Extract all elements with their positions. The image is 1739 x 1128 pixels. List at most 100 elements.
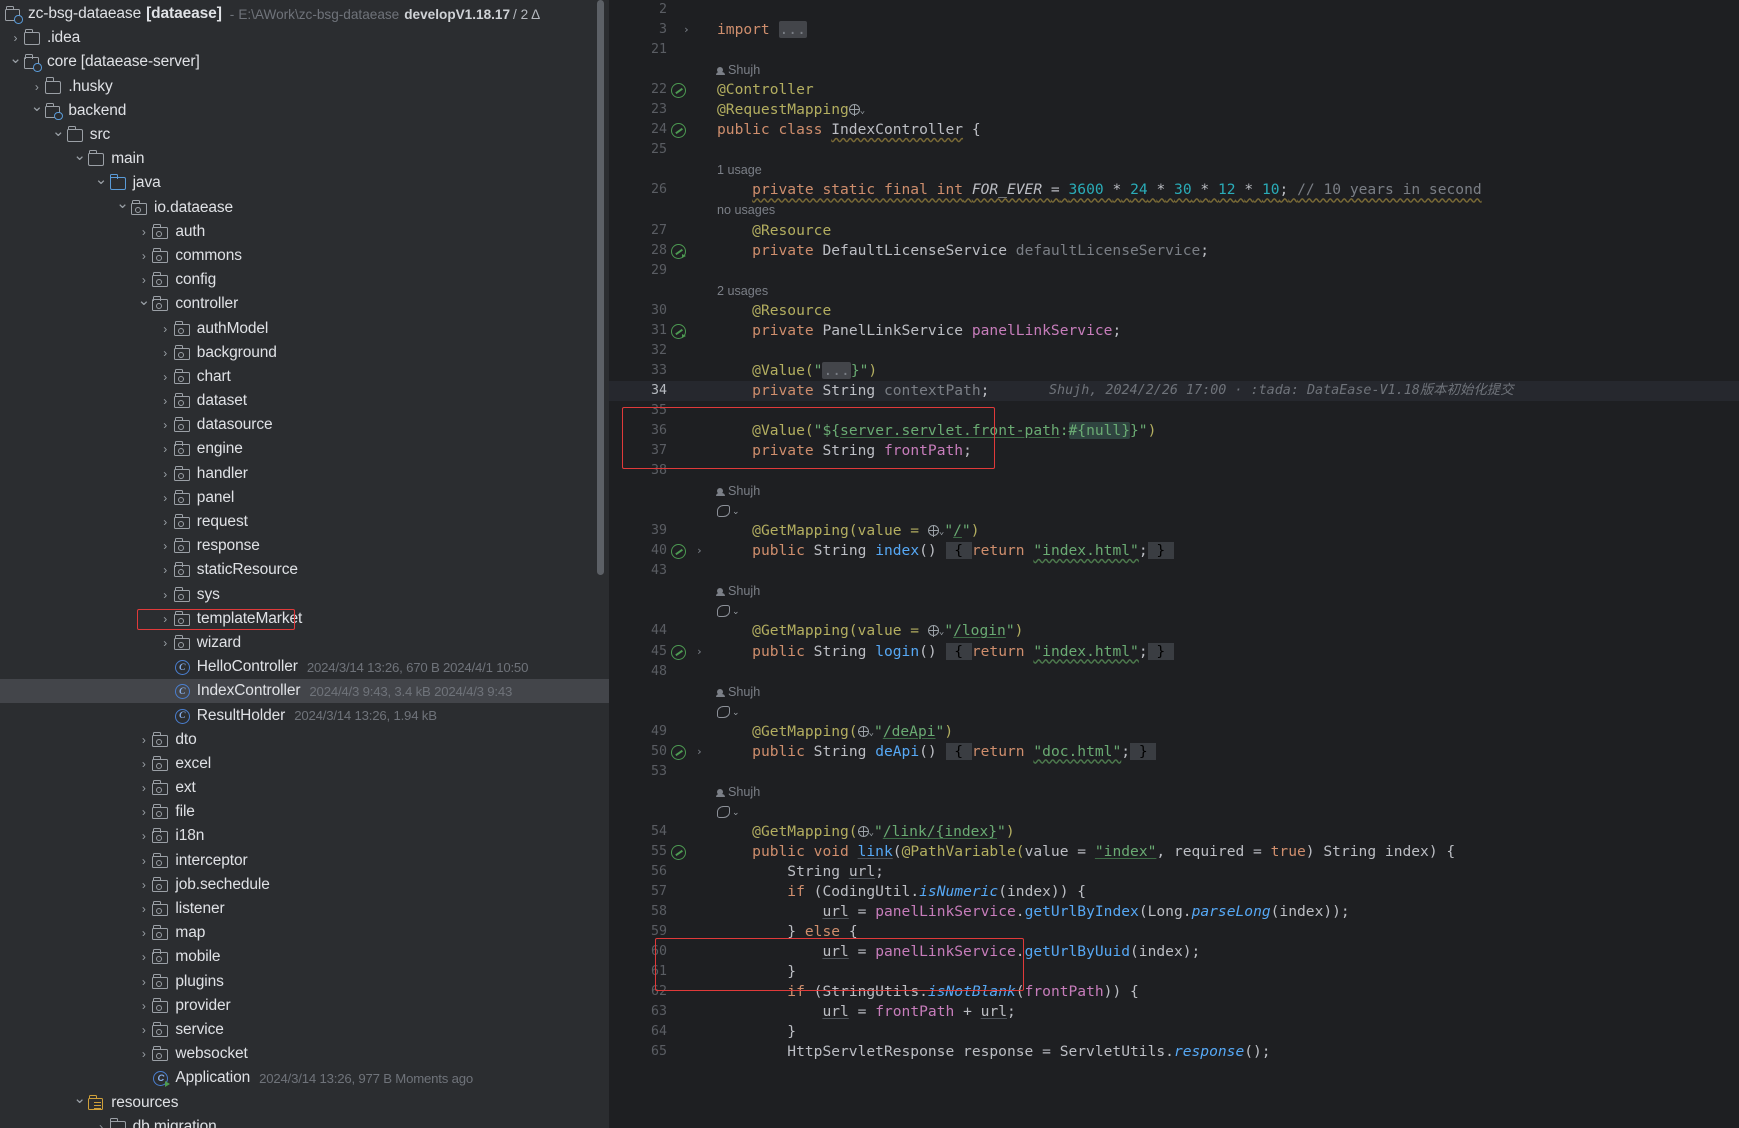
tree-row-background[interactable]: › background: [0, 341, 609, 365]
tree-row-project-root[interactable]: zc-bsg-dataease [dataease] - E:\AWork\zc…: [0, 2, 609, 26]
spring-bean-gutter-hint[interactable]: ⌄: [609, 802, 1739, 822]
code-line[interactable]: 33 @Value("...}"): [609, 361, 1739, 381]
chevron-right-icon[interactable]: ›: [136, 879, 151, 891]
chevron-right-icon[interactable]: ›: [136, 976, 151, 988]
chevron-right-icon[interactable]: ›: [136, 782, 151, 794]
tree-row-interceptor[interactable]: › interceptor: [0, 849, 609, 873]
tree-row-commons[interactable]: › commons: [0, 244, 609, 268]
tree-row-application[interactable]: Application 2024/3/14 13:26, 977 B Moment…: [0, 1066, 609, 1090]
chevron-down-icon[interactable]: ⌄: [136, 293, 151, 308]
code-line[interactable]: 26 private static final int FOR_EVER = 3…: [609, 180, 1739, 200]
tree-row-io-dataease[interactable]: ⌄ io.dataease: [0, 196, 609, 220]
chevron-right-icon[interactable]: ›: [136, 806, 151, 818]
chevron-right-icon[interactable]: ›: [136, 274, 151, 286]
tree-row-dataset[interactable]: › dataset: [0, 389, 609, 413]
code-editor[interactable]: 2 3 › import ... 21 Shujh 22 @Controller 23 @Req…: [609, 0, 1739, 1128]
tree-row-auth[interactable]: › auth: [0, 220, 609, 244]
chevron-right-icon[interactable]: ›: [136, 1048, 151, 1060]
spring-bean-gutter-hint[interactable]: ⌄: [609, 702, 1739, 722]
code-line[interactable]: 60 url = panelLinkService.getUrlByUuid(i…: [609, 942, 1739, 962]
code-line[interactable]: 43: [609, 561, 1739, 581]
chevron-right-icon[interactable]: ›: [158, 564, 173, 576]
code-line[interactable]: 27 @Resource: [609, 221, 1739, 241]
tree-row-main[interactable]: ⌄ main: [0, 147, 609, 171]
spring-bean-gutter-hint[interactable]: ⌄: [609, 601, 1739, 621]
tree-row-service[interactable]: › service: [0, 1018, 609, 1042]
editor-content[interactable]: 2 3 › import ... 21 Shujh 22 @Controller 23 @Req…: [609, 0, 1739, 1062]
chevron-right-icon[interactable]: ›: [158, 371, 173, 383]
code-fold-toggle[interactable]: ›: [696, 642, 703, 662]
chevron-right-icon[interactable]: ›: [136, 1024, 151, 1036]
chevron-right-icon[interactable]: ›: [158, 468, 173, 480]
code-line[interactable]: 49 @GetMapping(⌄"/deApi"): [609, 722, 1739, 742]
project-tree[interactable]: zc-bsg-dataease [dataease] - E:\AWork\zc…: [0, 0, 609, 1128]
tree-row-controller[interactable]: ⌄ controller: [0, 292, 609, 316]
tree-row-wizard[interactable]: › wizard: [0, 631, 609, 655]
code-line[interactable]: 30 @Resource: [609, 301, 1739, 321]
spring-bean-gutter-icon[interactable]: [671, 644, 686, 660]
spring-bean-gutter-icon[interactable]: [671, 243, 686, 259]
chevron-down-icon[interactable]: ⌄: [94, 172, 109, 187]
spring-bean-gutter-icon[interactable]: [671, 544, 686, 560]
chevron-right-icon[interactable]: ›: [158, 613, 173, 625]
code-line[interactable]: 29: [609, 261, 1739, 281]
tree-row-java[interactable]: ⌄ java: [0, 171, 609, 195]
tree-row-resources[interactable]: ⌄ resources: [0, 1090, 609, 1114]
chevron-right-icon[interactable]: ›: [136, 903, 151, 915]
chevron-down-icon[interactable]: ⌄: [29, 99, 44, 114]
chevron-right-icon[interactable]: ›: [136, 1000, 151, 1012]
code-line[interactable]: 2: [609, 0, 1739, 20]
tree-row-provider[interactable]: › provider: [0, 994, 609, 1018]
code-line[interactable]: 58 url = panelLinkService.getUrlByIndex(…: [609, 902, 1739, 922]
chevron-right-icon[interactable]: ›: [136, 927, 151, 939]
code-line[interactable]: 40 › public String index() { return "inde…: [609, 541, 1739, 561]
chevron-down-icon[interactable]: ⌄: [115, 196, 130, 211]
code-line[interactable]: 55 public void link(@PathVariable(value …: [609, 842, 1739, 862]
tree-row--idea[interactable]: › .idea: [0, 26, 609, 50]
code-line[interactable]: 59 } else {: [609, 922, 1739, 942]
code-line[interactable]: 37 private String frontPath;: [609, 441, 1739, 461]
tree-row-core[interactable]: ⌄ core [dataease-server]: [0, 50, 609, 74]
tree-row-config[interactable]: › config: [0, 268, 609, 292]
chevron-down-icon[interactable]: ⌄: [8, 51, 23, 66]
tree-row-request[interactable]: › request: [0, 510, 609, 534]
spring-bean-gutter-icon[interactable]: [671, 844, 686, 860]
chevron-right-icon[interactable]: ›: [158, 443, 173, 455]
chevron-right-icon[interactable]: ›: [136, 830, 151, 842]
tree-row-response[interactable]: › response: [0, 534, 609, 558]
code-line[interactable]: 45 › public String login() { return "inde…: [609, 642, 1739, 662]
tree-row-indexcontroller[interactable]: IndexController 2024/4/3 9:43, 3.4 kB 202…: [0, 679, 609, 704]
tree-row-engine[interactable]: › engine: [0, 437, 609, 461]
code-line[interactable]: 61 }: [609, 962, 1739, 982]
code-line[interactable]: 21: [609, 40, 1739, 60]
chevron-right-icon[interactable]: ›: [158, 540, 173, 552]
chevron-right-icon[interactable]: ›: [94, 1121, 109, 1128]
chevron-right-icon[interactable]: ›: [136, 855, 151, 867]
code-line[interactable]: 48: [609, 662, 1739, 682]
code-fold-toggle[interactable]: ›: [683, 20, 690, 40]
tree-row-backend[interactable]: ⌄ backend: [0, 99, 609, 123]
chevron-right-icon[interactable]: ›: [158, 637, 173, 649]
chevron-right-icon[interactable]: ›: [158, 492, 173, 504]
chevron-down-icon[interactable]: ⌄: [72, 1091, 87, 1106]
tree-row-sys[interactable]: › sys: [0, 583, 609, 607]
git-branch-label[interactable]: developV1.18.17: [404, 7, 510, 22]
chevron-right-icon[interactable]: ›: [136, 951, 151, 963]
tree-row-hellocontroller[interactable]: HelloController 2024/3/14 13:26, 670 B 20…: [0, 655, 609, 679]
code-line[interactable]: 53: [609, 762, 1739, 782]
code-line[interactable]: 65 HttpServletResponse response = Servle…: [609, 1042, 1739, 1062]
tree-row-file[interactable]: › file: [0, 800, 609, 824]
chevron-right-icon[interactable]: ›: [158, 589, 173, 601]
code-line[interactable]: 23 @RequestMapping ⌄: [609, 100, 1739, 120]
code-line[interactable]: 28 private DefaultLicenseService default…: [609, 241, 1739, 261]
chevron-right-icon[interactable]: ›: [136, 250, 151, 262]
code-line[interactable]: 64 }: [609, 1022, 1739, 1042]
tree-row-websocket[interactable]: › websocket: [0, 1042, 609, 1066]
code-line[interactable]: 24 public class IndexController {: [609, 120, 1739, 140]
tree-row-handler[interactable]: › handler: [0, 462, 609, 486]
project-panel-scrollbar[interactable]: [597, 0, 604, 575]
code-line[interactable]: 25: [609, 140, 1739, 160]
tree-row-mobile[interactable]: › mobile: [0, 945, 609, 969]
tree-row-plugins[interactable]: › plugins: [0, 970, 609, 994]
code-line[interactable]: 32: [609, 341, 1739, 361]
